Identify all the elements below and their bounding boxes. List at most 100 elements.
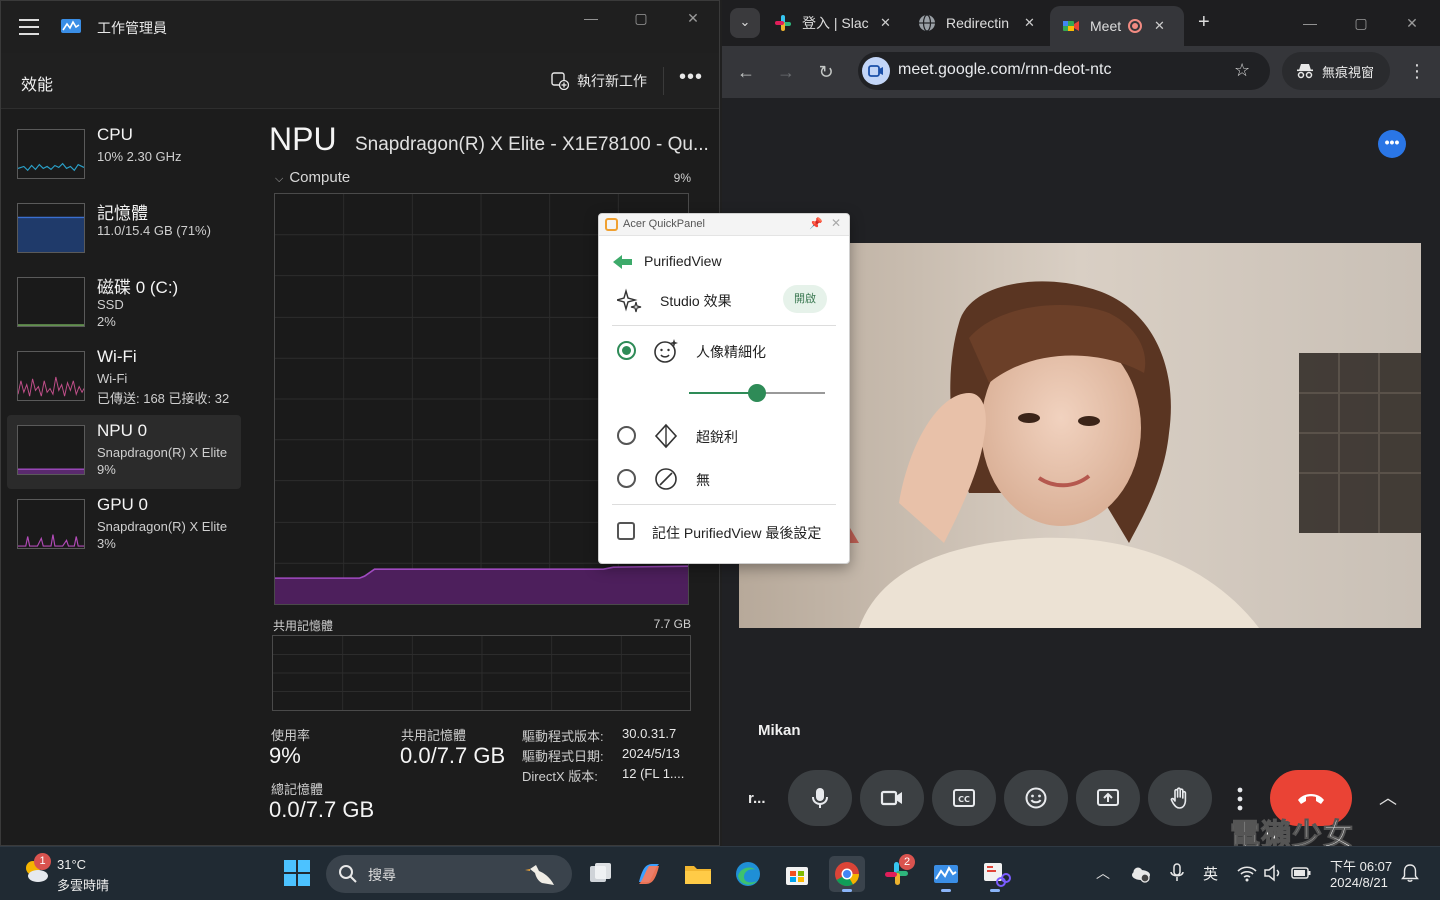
windows-start-icon[interactable]: [284, 860, 310, 886]
meeting-code[interactable]: r...: [748, 790, 766, 807]
perf-item-gpu[interactable]: GPU 0 Snapdragon(R) X Elite 3%: [7, 489, 241, 563]
chrome-app[interactable]: [829, 856, 865, 892]
tab-meet[interactable]: Meet ✕: [1050, 6, 1184, 46]
forward-button[interactable]: →: [774, 60, 798, 84]
captions-button[interactable]: CC: [932, 770, 996, 826]
portrait-refine-slider[interactable]: [689, 384, 825, 402]
back-button[interactable]: ←: [734, 60, 758, 84]
clock-time[interactable]: 下午 06:07: [1330, 856, 1392, 875]
perf-item-wifi[interactable]: Wi-Fi Wi-Fi 已傳送: 168 已接收: 32: [7, 341, 241, 415]
toolbar: ← → ↻ meet.google.com/rnn-deot-ntc ☆ 無痕視…: [722, 46, 1440, 98]
svg-text:CC: CC: [958, 795, 970, 804]
npu-device-name: Snapdragon(R) X Elite - X1E78100 - Qu...: [355, 134, 709, 155]
slider-thumb[interactable]: [748, 384, 766, 402]
maximize-button[interactable]: ▢: [1341, 12, 1381, 34]
notification-bell-icon[interactable]: [1400, 863, 1420, 883]
utilization-value: 9%: [269, 743, 301, 768]
back-arrow-icon[interactable]: [613, 254, 633, 270]
run-new-task-button[interactable]: 執行新工作: [551, 69, 647, 93]
weather-description[interactable]: 多雲時晴: [57, 875, 109, 894]
pin-icon[interactable]: 📌: [809, 217, 823, 230]
incognito-label: 無痕視窗: [1322, 64, 1375, 80]
close-button[interactable]: ✕: [1392, 12, 1432, 34]
address-bar[interactable]: meet.google.com/rnn-deot-ntc ☆: [858, 52, 1270, 90]
microphone-icon[interactable]: [1166, 862, 1188, 884]
hamburger-menu-icon[interactable]: [19, 19, 39, 35]
perf-item-detail: 10% 2.30 GHz: [97, 149, 182, 164]
driver-date-label: 驅動程式日期:: [522, 749, 604, 764]
perf-item-value: 已傳送: 168 已接收: 32: [97, 391, 230, 406]
close-icon[interactable]: ✕: [1154, 18, 1165, 34]
sharpen-icon: [654, 423, 678, 449]
task-view-button[interactable]: [582, 856, 618, 892]
copilot-icon: [639, 864, 659, 884]
gpu-thumbnail-graph: [17, 499, 85, 549]
meet-icon: [1063, 21, 1079, 31]
compute-dropdown[interactable]: ⌵ Compute: [275, 169, 350, 186]
close-icon[interactable]: ✕: [880, 15, 891, 31]
snipping-tool-app[interactable]: [977, 856, 1013, 892]
shared-memory-graph: [272, 635, 691, 711]
more-options-button[interactable]: •••: [679, 67, 703, 91]
option-label: 人像精細化: [696, 344, 766, 360]
shared-memory-stat-label: 共用記憶體: [401, 728, 467, 743]
snipping-tool-icon: [984, 863, 1011, 887]
tab-label: 登入 | Slac: [802, 15, 869, 31]
incognito-indicator[interactable]: 無痕視窗: [1282, 52, 1390, 90]
onedrive-icon[interactable]: [1129, 862, 1151, 884]
radio-none[interactable]: [617, 469, 636, 488]
radio-super-sharp[interactable]: [617, 426, 636, 445]
store-app[interactable]: [779, 856, 815, 892]
bookmark-star-icon[interactable]: ☆: [1234, 60, 1250, 81]
task-manager-app[interactable]: [928, 856, 964, 892]
perf-item-cpu[interactable]: CPU 10% 2.30 GHz: [7, 119, 241, 193]
cpu-thumbnail-graph: [17, 129, 85, 179]
recording-icon: [1128, 19, 1142, 33]
tab-redirecting[interactable]: Redirectin ✕: [918, 8, 1035, 38]
radio-portrait-refine[interactable]: [617, 341, 636, 360]
close-icon[interactable]: ✕: [1024, 15, 1035, 31]
present-screen-button[interactable]: [1076, 770, 1140, 826]
file-explorer-app[interactable]: [680, 856, 716, 892]
edge-app[interactable]: [730, 856, 766, 892]
battery-icon[interactable]: [1290, 862, 1312, 884]
weather-temperature[interactable]: 31°C: [57, 857, 86, 872]
perf-item-disk[interactable]: 磁碟 0 (C:) SSD 2%: [7, 267, 241, 341]
shared-memory-stat-value: 0.0/7.7 GB: [400, 743, 506, 768]
emoji-reaction-button[interactable]: [1004, 770, 1068, 826]
minimize-button[interactable]: —: [571, 7, 611, 29]
new-tab-button[interactable]: +: [1198, 11, 1210, 34]
raise-hand-button[interactable]: [1148, 770, 1212, 826]
meet-options-button[interactable]: •••: [1378, 130, 1406, 158]
volume-icon[interactable]: [1262, 862, 1284, 884]
close-button[interactable]: ✕: [673, 7, 713, 29]
remember-setting-checkbox[interactable]: [617, 522, 635, 540]
perf-item-npu[interactable]: NPU 0 Snapdragon(R) X Elite 9%: [7, 415, 241, 489]
studio-effects-toggle[interactable]: 開啟: [783, 285, 827, 313]
clock-date[interactable]: 2024/8/21: [1330, 875, 1388, 890]
perf-item-memory[interactable]: 記憶體 11.0/15.4 GB (71%): [7, 193, 241, 267]
close-icon[interactable]: ✕: [831, 216, 841, 230]
chevron-up-icon[interactable]: ︿: [1379, 784, 1397, 810]
camera-button[interactable]: [860, 770, 924, 826]
tab-slack[interactable]: 登入 | Slac ✕: [774, 8, 891, 38]
perf-item-detail: Snapdragon(R) X Elite: [97, 519, 228, 534]
run-new-task-label: 執行新工作: [577, 73, 647, 89]
tab-label: Redirectin: [946, 15, 1010, 31]
ime-indicator[interactable]: 英: [1203, 863, 1218, 884]
driver-date-value: 2024/5/13: [622, 746, 680, 761]
tab-search-button[interactable]: ⌄: [730, 8, 760, 38]
wifi-icon[interactable]: [1236, 862, 1258, 884]
compute-label: Compute: [289, 169, 351, 186]
emoji-icon: [1025, 787, 1047, 809]
copilot-app[interactable]: [631, 856, 667, 892]
show-hidden-icons-button[interactable]: ︿: [1096, 863, 1110, 883]
slack-app[interactable]: 2: [879, 854, 915, 892]
maximize-button[interactable]: ▢: [621, 7, 661, 29]
chrome-menu-button[interactable]: ⋮: [1408, 60, 1426, 82]
taskbar-search[interactable]: 搜尋: [326, 855, 572, 893]
reload-button[interactable]: ↻: [814, 60, 838, 84]
microphone-button[interactable]: [788, 770, 852, 826]
minimize-button[interactable]: —: [1290, 12, 1330, 34]
shared-memory-total: 7.7 GB: [653, 617, 691, 631]
